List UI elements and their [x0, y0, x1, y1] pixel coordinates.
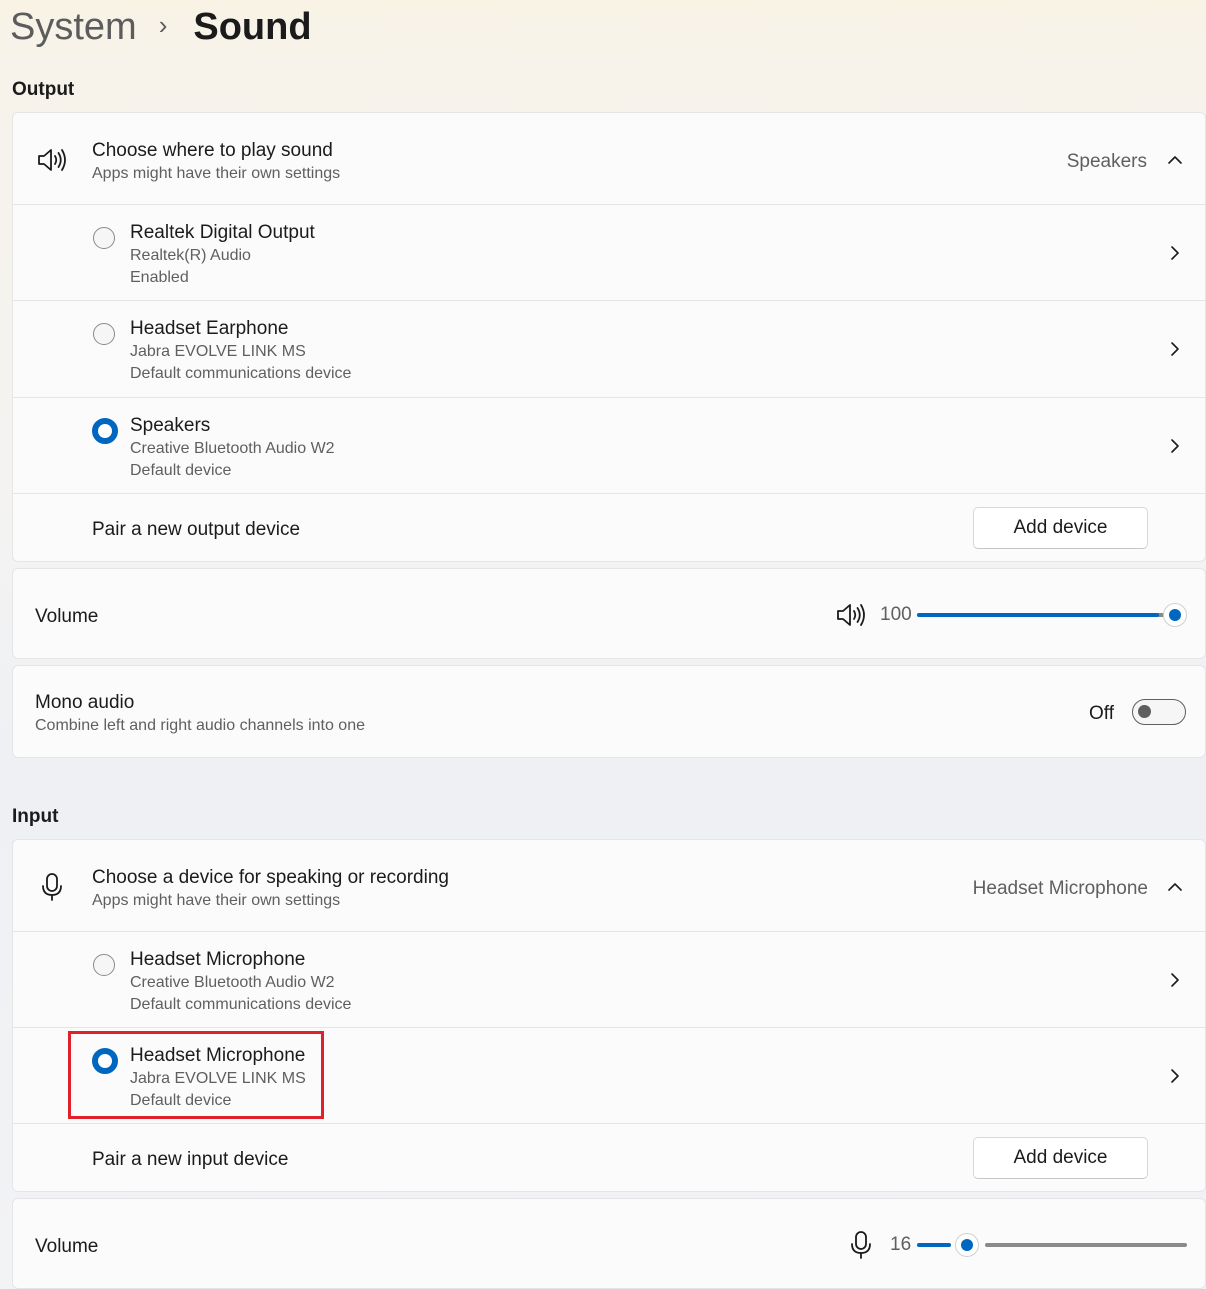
output-selected-value: Speakers — [1066, 151, 1147, 172]
device-status: Default communications device — [130, 365, 352, 382]
mono-audio-card: Mono audio Combine left and right audio … — [12, 665, 1206, 758]
chevron-up-icon[interactable] — [1165, 877, 1185, 897]
device-driver: Creative Bluetooth Audio W2 — [130, 440, 335, 457]
input-chooser-subtitle: Apps might have their own settings — [92, 892, 341, 909]
output-device-radio-selected[interactable] — [92, 418, 118, 444]
speaker-icon[interactable] — [835, 601, 867, 629]
breadcrumb-separator: › — [158, 9, 168, 40]
chevron-right-icon[interactable] — [1165, 243, 1185, 263]
output-volume-value: 100 — [880, 604, 912, 625]
device-name: Headset Microphone — [130, 949, 306, 970]
microphone-icon[interactable] — [850, 1230, 872, 1260]
device-status: Default communications device — [130, 996, 352, 1013]
microphone-icon — [42, 873, 62, 901]
mono-audio-subtitle: Combine left and right audio channels in… — [35, 717, 365, 734]
output-device-radio[interactable] — [93, 323, 115, 345]
output-chooser-subtitle: Apps might have their own settings — [92, 165, 341, 182]
device-name: Speakers — [130, 415, 211, 436]
input-section-label: Input — [12, 806, 59, 827]
input-device-radio[interactable] — [93, 954, 115, 976]
device-status: Enabled — [130, 269, 189, 286]
pair-input-label: Pair a new input device — [92, 1149, 289, 1170]
mono-audio-state: Off — [1089, 703, 1114, 724]
output-volume-slider[interactable] — [917, 603, 1187, 627]
device-driver: Jabra EVOLVE LINK MS — [130, 343, 306, 360]
device-status: Default device — [130, 462, 232, 479]
slider-thumb[interactable] — [955, 1233, 979, 1257]
slider-track — [985, 1243, 1187, 1247]
output-volume-label: Volume — [35, 606, 99, 627]
input-volume-value: 16 — [890, 1234, 912, 1255]
output-chooser-title: Choose where to play sound — [92, 140, 333, 161]
pair-output-label: Pair a new output device — [92, 519, 301, 540]
input-chooser-title: Choose a device for speaking or recordin… — [92, 867, 449, 888]
device-name: Headset Earphone — [130, 318, 289, 339]
mono-audio-title: Mono audio — [35, 692, 135, 713]
mono-audio-toggle[interactable] — [1132, 699, 1186, 725]
output-chooser-row[interactable]: Choose where to play sound Apps might ha… — [13, 113, 1205, 204]
input-volume-card: Volume 16 — [12, 1198, 1206, 1289]
output-device-row[interactable]: Realtek Digital Output Realtek(R) Audio … — [13, 204, 1205, 301]
output-volume-card: Volume 100 — [12, 568, 1206, 659]
pair-output-row: Pair a new output device Add device — [13, 493, 1205, 563]
slider-fill — [917, 613, 1159, 617]
output-device-row[interactable]: Headset Earphone Jabra EVOLVE LINK MS De… — [13, 300, 1205, 398]
page-title: Sound — [193, 5, 312, 48]
input-volume-slider[interactable] — [917, 1233, 1187, 1257]
chevron-up-icon[interactable] — [1165, 150, 1185, 170]
chevron-right-icon[interactable] — [1165, 436, 1185, 456]
breadcrumb: System › Sound — [10, 2, 312, 52]
speaker-icon — [38, 149, 66, 171]
breadcrumb-parent-system[interactable]: System — [10, 6, 137, 49]
chevron-right-icon[interactable] — [1165, 339, 1185, 359]
input-selected-value: Headset Microphone — [972, 878, 1148, 899]
input-volume-label: Volume — [35, 1236, 99, 1257]
device-name: Realtek Digital Output — [130, 222, 315, 243]
pair-input-row: Pair a new input device Add device — [13, 1123, 1205, 1193]
input-chooser-row[interactable]: Choose a device for speaking or recordin… — [13, 840, 1205, 931]
device-driver: Creative Bluetooth Audio W2 — [130, 974, 335, 991]
chevron-right-icon[interactable] — [1165, 970, 1185, 990]
slider-fill — [917, 1243, 951, 1247]
input-device-row[interactable]: Headset Microphone Creative Bluetooth Au… — [13, 931, 1205, 1028]
output-device-row[interactable]: Speakers Creative Bluetooth Audio W2 Def… — [13, 397, 1205, 494]
output-section-label: Output — [12, 79, 75, 100]
selected-input-highlight — [68, 1031, 324, 1119]
slider-thumb[interactable] — [1163, 603, 1187, 627]
input-device-card: Choose a device for speaking or recordin… — [12, 839, 1206, 1192]
add-output-device-button[interactable]: Add device — [973, 507, 1148, 549]
chevron-right-icon[interactable] — [1165, 1066, 1185, 1086]
output-device-card: Choose where to play sound Apps might ha… — [12, 112, 1206, 562]
output-device-radio[interactable] — [93, 227, 115, 249]
device-driver: Realtek(R) Audio — [130, 247, 251, 264]
add-input-device-button[interactable]: Add device — [973, 1137, 1148, 1179]
